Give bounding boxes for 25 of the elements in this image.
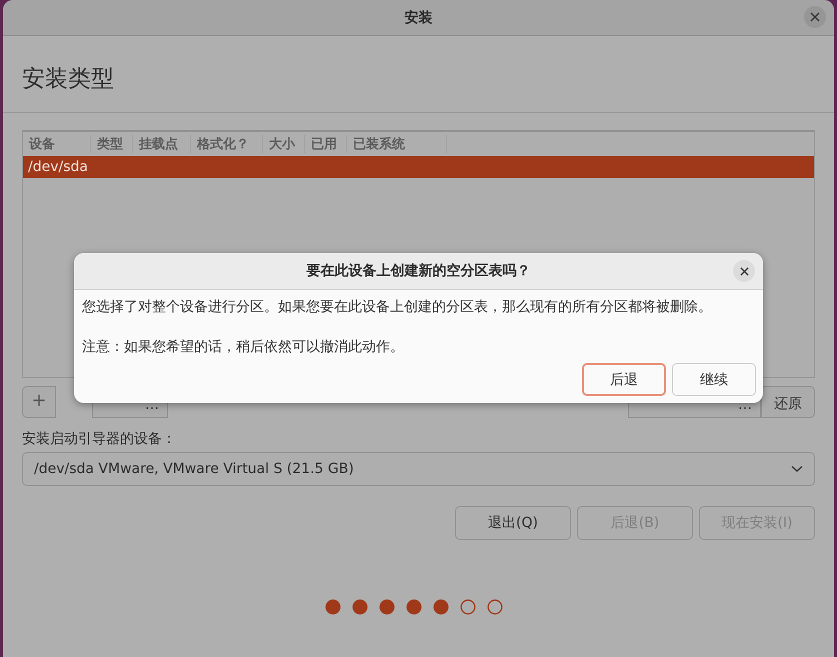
back-button[interactable]: 后退 bbox=[582, 363, 666, 396]
table-row[interactable]: /dev/sda bbox=[23, 156, 814, 178]
dialog-message: 您选择了对整个设备进行分区。如果您要在此设备上创建的分区表，那么现有的所有分区都将被删除。 bbox=[82, 298, 713, 316]
column-header[interactable]: 设备 bbox=[23, 135, 91, 153]
column-header[interactable]: 大小 bbox=[263, 135, 305, 153]
page-heading: 安装类型 bbox=[22, 65, 115, 94]
close-button[interactable] bbox=[804, 6, 826, 28]
column-header[interactable]: 格式化？ bbox=[191, 135, 263, 153]
quit-button[interactable]: 退出(Q) bbox=[455, 506, 571, 540]
window-title: 安装 bbox=[404, 8, 432, 26]
column-header[interactable]: 已装系统 bbox=[347, 135, 447, 153]
close-button[interactable] bbox=[733, 260, 755, 282]
column-header[interactable]: 类型 bbox=[91, 135, 133, 153]
dialog-title: 要在此设备上创建新的空分区表吗？ bbox=[306, 262, 530, 280]
close-icon bbox=[810, 12, 820, 22]
close-icon bbox=[740, 266, 748, 276]
column-header[interactable]: 挂载点 bbox=[133, 135, 191, 153]
column-header[interactable]: 已用 bbox=[305, 135, 347, 153]
bootloader-dropdown[interactable]: /dev/sda VMware, VMware Virtual S (21.5 GB) bbox=[22, 452, 815, 486]
continue-button[interactable]: 继续 bbox=[672, 363, 756, 396]
chevron-down-icon bbox=[791, 465, 803, 473]
dialog-note: 注意：如果您希望的话，稍后依然可以撤消此动作。 bbox=[82, 338, 405, 356]
revert-button[interactable]: 还原 bbox=[761, 386, 815, 418]
bootloader-label: 安装启动引导器的设备： bbox=[22, 430, 177, 448]
add-button[interactable]: + bbox=[22, 386, 56, 418]
